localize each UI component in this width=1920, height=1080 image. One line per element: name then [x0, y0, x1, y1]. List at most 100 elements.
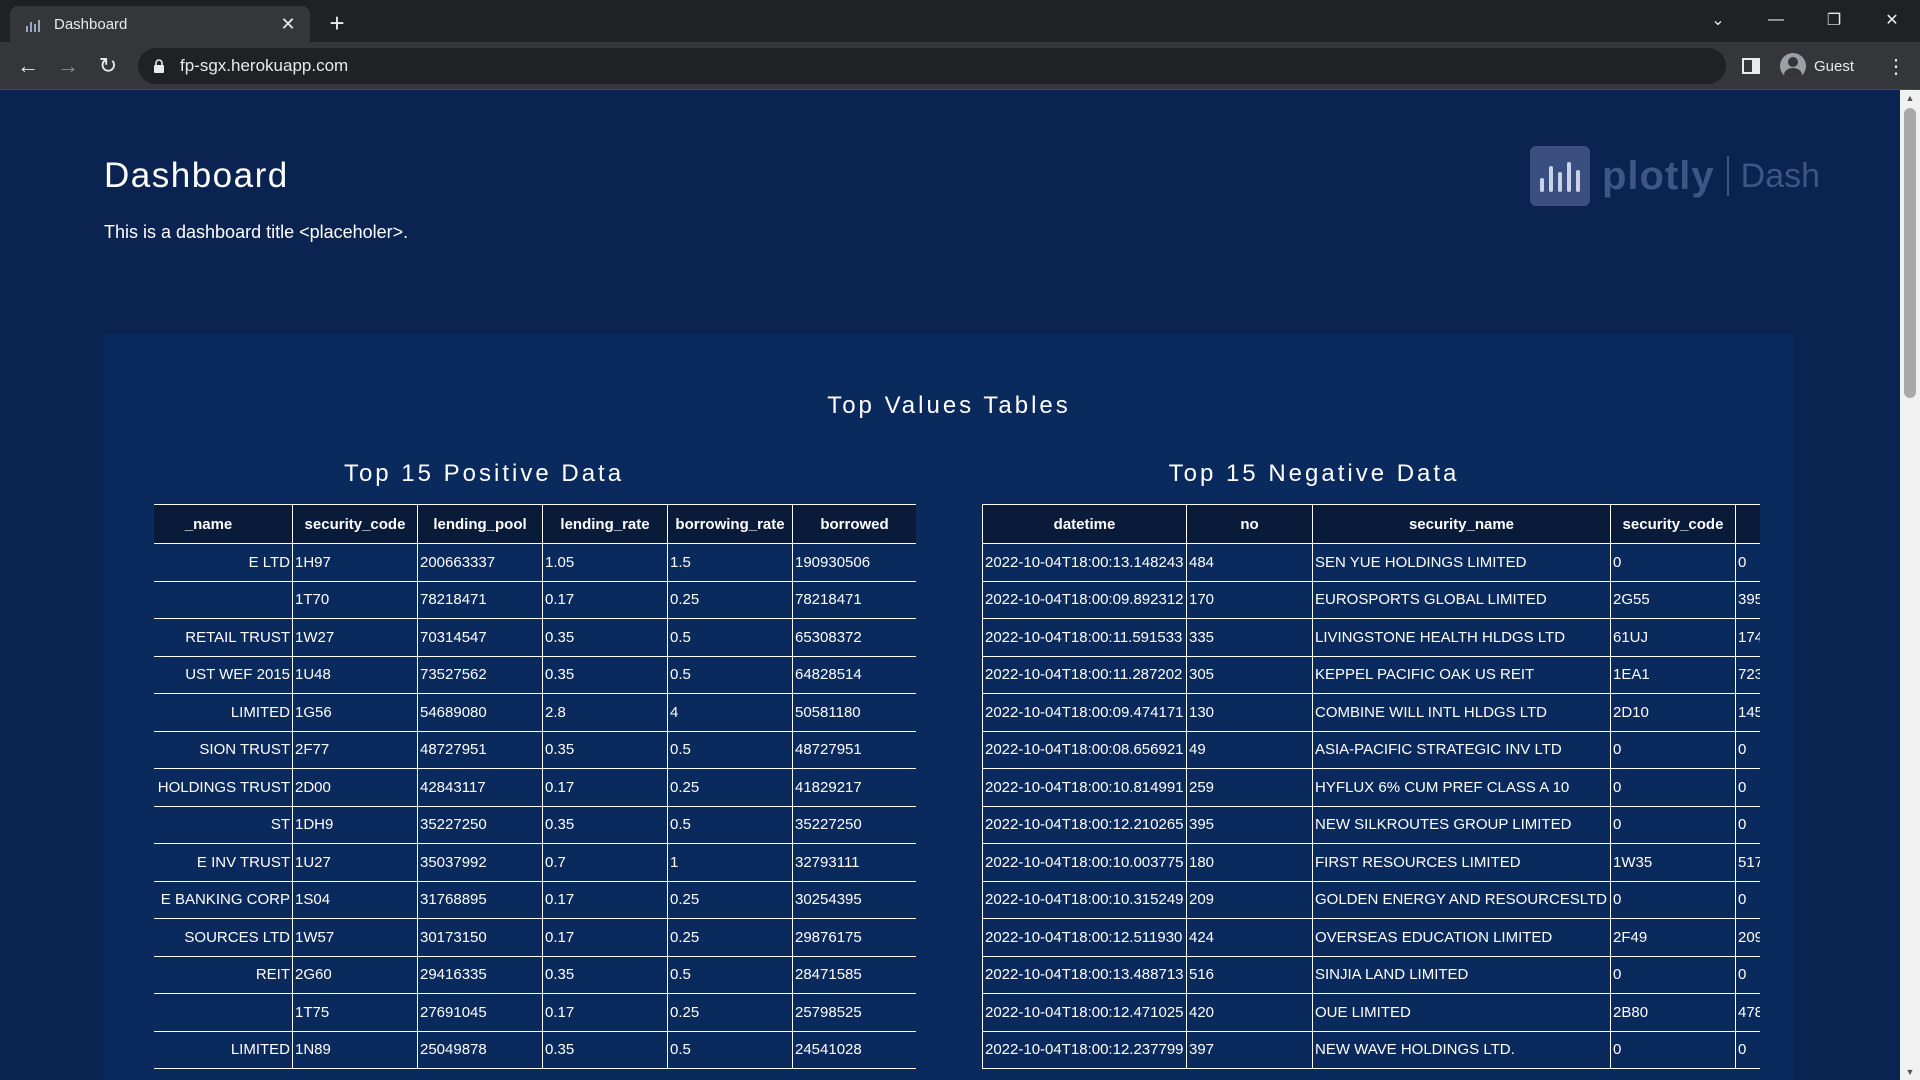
table-cell[interactable]: 209 — [1735, 918, 1760, 957]
table-cell[interactable]: 0 — [1610, 768, 1736, 807]
table-cell[interactable] — [154, 580, 293, 619]
table-cell[interactable]: 78218471 — [417, 580, 543, 619]
table-cell[interactable]: 1G56 — [292, 693, 418, 732]
table-cell[interactable]: 1S04 — [292, 880, 418, 919]
table-cell[interactable]: 2022-10-04T18:00:12.237799 — [982, 1030, 1187, 1069]
column-header[interactable]: borrowing_rate — [667, 504, 793, 544]
table-cell[interactable]: 25049878 — [417, 1030, 543, 1069]
table-cell[interactable]: 0.35 — [542, 618, 668, 657]
table-cell[interactable]: 209 — [1186, 880, 1313, 919]
table-row[interactable]: 2022-10-04T18:00:12.511930 424 OVERSEAS ED… — [982, 918, 1760, 957]
table-cell[interactable]: 2F77 — [292, 730, 418, 769]
table-cell[interactable]: 517 — [1735, 843, 1760, 882]
table-cell[interactable]: 1DH9 — [292, 805, 418, 844]
table-cell[interactable]: 2022-10-04T18:00:12.210265 — [982, 805, 1187, 844]
table-row[interactable]: LIMITED 1G56 54689080 2.8 4 50581180 — [154, 693, 916, 732]
table-cell[interactable]: 259 — [1186, 768, 1313, 807]
table-cell[interactable]: 0.5 — [667, 805, 793, 844]
table-cell[interactable]: 0.35 — [542, 1030, 668, 1069]
table-cell[interactable]: 0 — [1735, 768, 1760, 807]
table-cell[interactable]: 200663337 — [417, 543, 543, 582]
table-cell[interactable]: 64828514 — [792, 655, 916, 694]
table-cell[interactable]: 1H97 — [292, 543, 418, 582]
table-cell[interactable]: 2022-10-04T18:00:10.814991 — [982, 768, 1187, 807]
table-cell[interactable]: 305 — [1186, 655, 1313, 694]
table-cell[interactable]: SEN YUE HOLDINGS LIMITED — [1312, 543, 1611, 582]
close-tab-icon[interactable]: ✕ — [276, 12, 300, 36]
table-cell[interactable]: 180 — [1186, 843, 1313, 882]
table-cell[interactable]: COMBINE WILL INTL HLDGS LTD — [1312, 693, 1611, 732]
table-cell[interactable]: 48727951 — [792, 730, 916, 769]
table-cell[interactable]: 28471585 — [792, 955, 916, 994]
column-header[interactable]: security_code — [1610, 504, 1736, 544]
table-cell[interactable]: 4 — [667, 693, 793, 732]
table-cell[interactable]: 0.35 — [542, 730, 668, 769]
table-cell[interactable]: 2022-10-04T18:00:10.003775 — [982, 843, 1187, 882]
forward-icon[interactable]: → — [52, 50, 84, 82]
table-cell[interactable]: KEPPEL PACIFIC OAK US REIT — [1312, 655, 1611, 694]
table-cell[interactable]: 0.5 — [667, 955, 793, 994]
table-cell[interactable]: 1W27 — [292, 618, 418, 657]
table-cell[interactable]: 24541028 — [792, 1030, 916, 1069]
back-icon[interactable]: ← — [12, 50, 44, 82]
table-cell[interactable]: 145 — [1735, 693, 1760, 732]
table-row[interactable]: SION TRUST 2F77 48727951 0.35 0.5 48727951 — [154, 730, 916, 769]
table-row[interactable]: ST 1DH9 35227250 0.35 0.5 35227250 — [154, 805, 916, 844]
side-panel-icon[interactable] — [1742, 50, 1760, 82]
table-cell[interactable]: 35227250 — [792, 805, 916, 844]
table-cell[interactable]: 1T75 — [292, 993, 418, 1032]
table-cell[interactable]: 0.35 — [542, 655, 668, 694]
table-cell[interactable]: 32793111 — [792, 843, 916, 882]
table-cell[interactable]: 0 — [1610, 955, 1736, 994]
table-row[interactable]: 2022-10-04T18:00:13.148243 484 SEN YUE HOL… — [982, 543, 1760, 582]
table-cell[interactable]: 30173150 — [417, 918, 543, 957]
tab-search-icon[interactable]: ⌄ — [1690, 0, 1746, 40]
table-row[interactable]: UST WEF 2015 1U48 73527562 0.35 0.5 64828514 — [154, 655, 916, 694]
address-bar[interactable]: fp-sgx.herokuapp.com — [138, 48, 1726, 84]
table-cell[interactable]: 484 — [1186, 543, 1313, 582]
table-cell[interactable]: 130 — [1186, 693, 1313, 732]
table-cell[interactable]: 0.17 — [542, 918, 668, 957]
table-cell[interactable]: 335 — [1186, 618, 1313, 657]
table-cell[interactable]: OVERSEAS EDUCATION LIMITED — [1312, 918, 1611, 957]
table-cell[interactable]: 2D10 — [1610, 693, 1736, 732]
table-cell[interactable]: 0 — [1610, 805, 1736, 844]
table-cell[interactable]: 0.5 — [667, 1030, 793, 1069]
table-cell[interactable]: 31768895 — [417, 880, 543, 919]
table-cell[interactable]: 2D00 — [292, 768, 418, 807]
table-cell[interactable]: 2022-10-04T18:00:11.591533 — [982, 618, 1187, 657]
table-row[interactable]: 2022-10-04T18:00:09.474171 130 COMBINE WIL… — [982, 693, 1760, 732]
table-cell[interactable]: 30254395 — [792, 880, 916, 919]
table-cell[interactable]: NEW SILKROUTES GROUP LIMITED — [1312, 805, 1611, 844]
table-cell[interactable]: GOLDEN ENERGY AND RESOURCESLTD — [1312, 880, 1611, 919]
column-header[interactable]: lending_pool — [417, 504, 543, 544]
reload-icon[interactable]: ↻ — [92, 50, 124, 82]
table-row[interactable]: 1T70 78218471 0.17 0.25 78218471 — [154, 580, 916, 619]
table-cell[interactable]: 0.17 — [542, 993, 668, 1032]
table-cell[interactable]: 35037992 — [417, 843, 543, 882]
table-row[interactable]: 2022-10-04T18:00:11.287202 305 KEPPEL PACI… — [982, 655, 1760, 694]
table-cell[interactable]: 0.25 — [667, 993, 793, 1032]
table-row[interactable]: 2022-10-04T18:00:12.210265 395 NEW SILKROU… — [982, 805, 1760, 844]
table-cell[interactable]: 2022-10-04T18:00:12.471025 — [982, 993, 1187, 1032]
table-cell[interactable]: HOLDINGS TRUST — [154, 768, 293, 807]
table-cell[interactable]: 0 — [1735, 805, 1760, 844]
table-cell[interactable]: HYFLUX 6% CUM PREF CLASS A 10 — [1312, 768, 1611, 807]
profile-button[interactable]: Guest — [1780, 50, 1854, 82]
table-cell[interactable]: 0 — [1610, 543, 1736, 582]
table-cell[interactable]: 49 — [1186, 730, 1313, 769]
table-cell[interactable]: FIRST RESOURCES LIMITED — [1312, 843, 1611, 882]
table-cell[interactable]: 41829217 — [792, 768, 916, 807]
table-cell[interactable]: 1U48 — [292, 655, 418, 694]
menu-kebab-icon[interactable]: ⋮ — [1886, 50, 1906, 82]
table-cell[interactable]: REIT — [154, 955, 293, 994]
table-cell[interactable]: 0.25 — [667, 580, 793, 619]
table-row[interactable]: 2022-10-04T18:00:11.591533 335 LIVINGSTONE… — [982, 618, 1760, 657]
table-cell[interactable]: SION TRUST — [154, 730, 293, 769]
table-cell[interactable]: 0 — [1610, 1030, 1736, 1069]
scroll-up-arrow-icon[interactable]: ▲ — [1900, 90, 1920, 106]
table-cell[interactable]: 424 — [1186, 918, 1313, 957]
column-header[interactable]: no — [1186, 504, 1313, 544]
table-row[interactable]: SOURCES LTD 1W57 30173150 0.17 0.25 29876175 — [154, 918, 916, 957]
table-cell[interactable]: 1U27 — [292, 843, 418, 882]
